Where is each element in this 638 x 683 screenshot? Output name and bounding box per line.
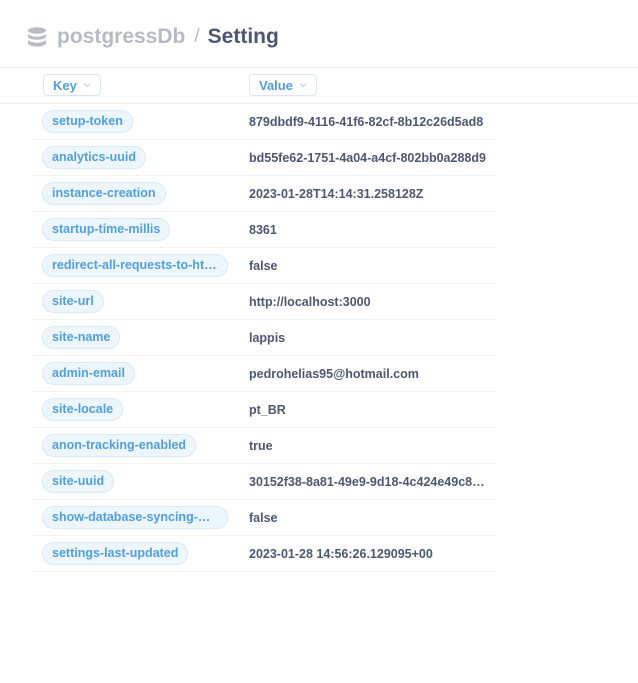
- table-row: settings-last-updated 2023-01-28 14:56:2…: [33, 536, 496, 572]
- chevron-down-icon: [83, 83, 91, 88]
- row-key-pill[interactable]: analytics-uuid: [42, 146, 147, 169]
- table-row: site-locale pt_BR: [33, 392, 496, 428]
- table-row: site-uuid 30152f38-8a81-49e9-9d18-4c424e…: [33, 464, 496, 500]
- row-value: http://localhost:3000: [249, 295, 371, 309]
- row-key-pill[interactable]: anon-tracking-enabled: [42, 434, 197, 457]
- row-key-pill[interactable]: admin-email: [42, 362, 135, 385]
- breadcrumb: postgressDb / Setting: [26, 22, 279, 52]
- header-divider: [0, 67, 638, 68]
- row-key-pill[interactable]: setup-token: [42, 110, 133, 133]
- table-row: startup-time-millis 8361: [33, 212, 496, 248]
- row-key-pill[interactable]: site-url: [42, 290, 104, 313]
- row-value: false: [249, 259, 278, 273]
- breadcrumb-separator: /: [194, 26, 200, 47]
- row-key-pill[interactable]: startup-time-millis: [42, 218, 171, 241]
- table-row: anon-tracking-enabled true: [33, 428, 496, 464]
- table-row: redirect-all-requests-to-https false: [33, 248, 496, 284]
- table-row: analytics-uuid bd55fe62-1751-4a04-a4cf-8…: [33, 140, 496, 176]
- breadcrumb-database[interactable]: postgressDb: [57, 25, 185, 49]
- row-key-pill[interactable]: site-locale: [42, 398, 124, 421]
- row-value: 879dbdf9-4116-41f6-82cf-8b12c26d5ad8: [249, 115, 484, 129]
- table-row: setup-token 879dbdf9-4116-41f6-82cf-8b12…: [33, 104, 496, 140]
- table-row: instance-creation 2023-01-28T14:14:31.25…: [33, 176, 496, 212]
- column-header-key[interactable]: Key: [43, 74, 101, 96]
- row-value: false: [249, 511, 278, 525]
- row-key-pill[interactable]: site-name: [42, 326, 121, 349]
- row-value: bd55fe62-1751-4a04-a4cf-802bb0a288d9: [249, 151, 486, 165]
- row-value: 8361: [249, 223, 277, 237]
- row-value: 30152f38-8a81-49e9-9d18-4c424e49c8…: [249, 475, 485, 489]
- database-icon: [28, 27, 46, 47]
- column-header-value-label: Value: [259, 77, 293, 93]
- table-row: admin-email pedrohelias95@hotmail.com: [33, 356, 496, 392]
- table-body: setup-token 879dbdf9-4116-41f6-82cf-8b12…: [33, 104, 496, 572]
- column-header-value[interactable]: Value: [249, 74, 317, 96]
- table-row: show-database-syncing-mo… false: [33, 500, 496, 536]
- page-title: Setting: [207, 25, 279, 48]
- table-row: site-name lappis: [33, 320, 496, 356]
- row-value: true: [249, 439, 273, 453]
- chevron-down-icon: [299, 83, 307, 88]
- row-key-pill[interactable]: show-database-syncing-mo…: [42, 506, 228, 529]
- column-header-key-label: Key: [53, 77, 77, 93]
- row-key-pill[interactable]: settings-last-updated: [42, 542, 189, 565]
- row-value: lappis: [249, 331, 286, 345]
- row-key-pill[interactable]: redirect-all-requests-to-https: [42, 254, 228, 277]
- row-key-pill[interactable]: instance-creation: [42, 182, 166, 205]
- table-row: site-url http://localhost:3000: [33, 284, 496, 320]
- row-value: pt_BR: [249, 403, 286, 417]
- row-value: 2023-01-28T14:14:31.258128Z: [249, 187, 424, 201]
- row-value: 2023-01-28 14:56:26.129095+00: [249, 547, 433, 561]
- row-key-pill[interactable]: site-uuid: [42, 470, 115, 493]
- row-value: pedrohelias95@hotmail.com: [249, 367, 419, 381]
